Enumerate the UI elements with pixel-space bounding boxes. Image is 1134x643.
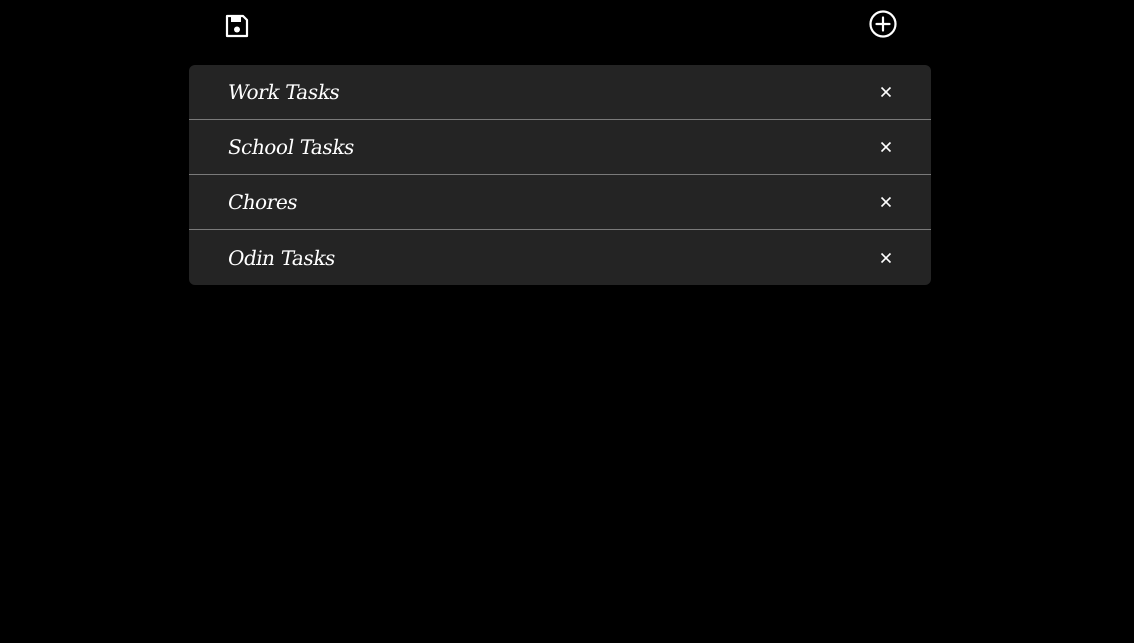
list-item-label: Chores — [225, 190, 300, 214]
circle-plus-icon — [869, 10, 897, 38]
list-item-chores[interactable]: Chores — [189, 175, 931, 230]
top-toolbar — [0, 0, 1134, 50]
remove-list-button[interactable] — [877, 193, 895, 211]
save-button[interactable] — [222, 11, 252, 41]
remove-list-button[interactable] — [877, 249, 895, 267]
list-item-odin-tasks[interactable]: Odin Tasks — [189, 230, 931, 285]
list-item-work-tasks[interactable]: Work Tasks — [189, 65, 931, 120]
remove-list-button[interactable] — [877, 138, 895, 156]
close-icon — [880, 252, 892, 263]
floppy-disk-icon — [225, 14, 249, 38]
close-icon — [880, 141, 892, 153]
remove-list-button[interactable] — [877, 83, 895, 101]
list-item-label: Work Tasks — [225, 80, 342, 104]
add-list-button[interactable] — [867, 8, 899, 40]
task-lists-panel: Work Tasks School Tasks Chores Odin Task… — [189, 65, 931, 285]
list-item-label: School Tasks — [225, 135, 357, 159]
list-item-label: Odin Tasks — [225, 245, 338, 270]
close-icon — [880, 196, 892, 208]
list-item-school-tasks[interactable]: School Tasks — [189, 120, 931, 175]
close-icon — [880, 86, 892, 98]
